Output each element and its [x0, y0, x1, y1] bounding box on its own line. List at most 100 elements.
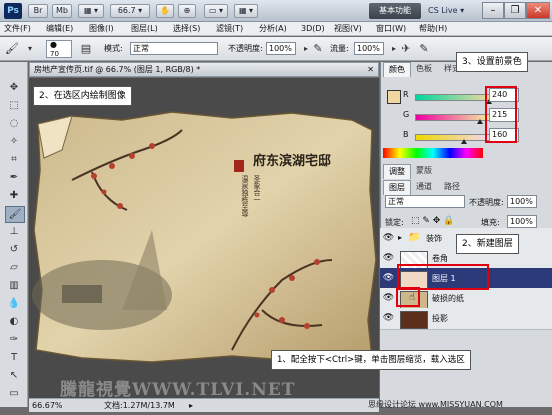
artwork-canvas[interactable]: [32, 110, 377, 365]
flow-field[interactable]: 100%: [354, 42, 384, 55]
lock-label: 锁定:: [385, 218, 404, 227]
blue-slider[interactable]: [415, 134, 495, 141]
cs-live-button[interactable]: CS Live ▾: [428, 4, 476, 18]
photoshop-logo: Ps: [4, 3, 22, 19]
blue-slider-handle[interactable]: [461, 139, 467, 144]
hand-icon[interactable]: ✋: [156, 4, 174, 18]
menu-image[interactable]: 图像(I): [89, 23, 114, 35]
lasso-tool-icon[interactable]: ◌: [5, 116, 23, 131]
step2-callout: 2、在选区内绘制图像: [33, 86, 132, 106]
footer-watermark: 思缘设计论坛 www.MISSYUAN.COM: [368, 400, 503, 409]
tab-layers[interactable]: 图层: [383, 180, 411, 195]
eye-icon[interactable]: 👁: [382, 292, 395, 305]
screen-mode-button[interactable]: ▦ ▾: [234, 4, 258, 18]
menu-layer[interactable]: 图层(L): [131, 23, 158, 35]
zoom-level-dropdown[interactable]: 66.7 ▾: [110, 4, 150, 18]
menu-help[interactable]: 帮助(H): [419, 23, 447, 35]
green-slider[interactable]: [415, 114, 495, 121]
blue-slider-row: B: [403, 130, 548, 146]
brush-size-value: 70: [50, 50, 59, 58]
blur-tool-icon[interactable]: 💧: [5, 296, 23, 311]
foreground-swatch[interactable]: [387, 90, 401, 104]
layer-thumbnail[interactable]: [400, 311, 428, 329]
restore-button[interactable]: ❐: [504, 2, 526, 19]
step1-callout: 1、配全按下<Ctrl>键，单击图层缩览，载入选区: [271, 350, 471, 370]
zoom-readout[interactable]: 66.67%: [32, 399, 63, 412]
tab-masks[interactable]: 蒙版: [411, 164, 437, 178]
tab-paths[interactable]: 路径: [439, 180, 465, 194]
path-select-tool-icon[interactable]: ↖: [5, 368, 23, 383]
crop-tool-icon[interactable]: ⌗: [5, 152, 23, 167]
healing-tool-icon[interactable]: ✚: [5, 188, 23, 203]
pen-tool-icon[interactable]: ✑: [5, 332, 23, 347]
menu-filter[interactable]: 滤镜(T): [216, 23, 243, 35]
tab-color[interactable]: 颜色: [383, 62, 411, 77]
color-ramp[interactable]: [383, 148, 483, 158]
opacity-field[interactable]: 100%: [266, 42, 296, 55]
minibridge-button[interactable]: Mb: [52, 4, 72, 18]
document-tab[interactable]: 房地产宣传页.tif @ 66.7% (图层 1, RGB/8) * ✕: [29, 62, 379, 77]
arrange-documents-button[interactable]: ▭ ▾: [204, 4, 228, 18]
layer-opacity-label: 不透明度:: [469, 198, 504, 207]
artwork-title: 府东滨湖宅邸: [253, 154, 332, 169]
menu-select[interactable]: 选择(S): [173, 23, 200, 35]
blend-mode-select[interactable]: 正常: [130, 42, 218, 55]
brush-preset-picker[interactable]: ● 70: [46, 40, 72, 58]
eye-icon[interactable]: 👁: [382, 312, 395, 325]
green-slider-handle[interactable]: [477, 119, 483, 124]
menu-edit[interactable]: 编辑(E): [46, 23, 73, 35]
history-brush-tool-icon[interactable]: ↺: [5, 242, 23, 257]
move-tool-icon[interactable]: ✥: [5, 80, 23, 95]
step3-callout: 3、设置前景色: [456, 52, 528, 72]
eye-icon[interactable]: 👁: [382, 272, 395, 285]
pressure-size-icon[interactable]: ✎: [416, 41, 432, 57]
layer-name: 卷角: [432, 254, 448, 263]
minimize-button[interactable]: –: [482, 2, 504, 19]
lock-icons[interactable]: ⬚ ✎ ✥ 🔒: [411, 216, 454, 226]
tab-swatches[interactable]: 色板: [411, 62, 437, 76]
status-bar: 66.67% 文档:1.27M/13.7M ▸: [29, 398, 379, 412]
new-layer-callout: 2、新建图层: [456, 234, 519, 254]
workspace-button[interactable]: 基本功能: [369, 3, 421, 19]
airbrush-icon[interactable]: ✈: [398, 41, 414, 57]
tab-channels[interactable]: 通道: [411, 180, 437, 194]
eraser-tool-icon[interactable]: ▱: [5, 260, 23, 275]
eyedropper-tool-icon[interactable]: ✒: [5, 170, 23, 185]
artwork-vertical-text-2: 圣象合一: [253, 175, 261, 203]
menu-analysis[interactable]: 分析(A): [259, 23, 287, 35]
pressure-opacity-icon[interactable]: ✎: [310, 41, 326, 57]
layer-blend-mode-select[interactable]: 正常: [385, 195, 465, 208]
chevron-down-icon[interactable]: ▾: [22, 41, 38, 57]
red-slider-row: R: [403, 90, 548, 106]
fill-field[interactable]: 100%: [507, 215, 537, 228]
brush-tool-icon[interactable]: 🖌: [4, 41, 20, 57]
layer-name: 投影: [432, 314, 448, 323]
brush-panel-icon[interactable]: ▤: [78, 41, 94, 57]
menu-view[interactable]: 视图(V): [334, 23, 362, 35]
tab-adjustments[interactable]: 调整: [383, 164, 411, 179]
close-icon[interactable]: ✕: [367, 63, 374, 76]
blue-label: B: [403, 130, 409, 139]
eye-icon[interactable]: 👁: [382, 252, 395, 265]
chevron-right-icon[interactable]: ▸: [398, 233, 402, 242]
close-button[interactable]: ✕: [526, 2, 550, 19]
quick-select-tool-icon[interactable]: ✧: [5, 134, 23, 149]
layer-opacity-field[interactable]: 100%: [507, 195, 537, 208]
chevron-right-icon[interactable]: ▸: [189, 399, 193, 412]
red-slider[interactable]: [415, 94, 495, 101]
eye-icon[interactable]: 👁: [382, 232, 395, 245]
menu-file[interactable]: 文件(F): [4, 23, 31, 35]
menu-window[interactable]: 窗口(W): [376, 23, 406, 35]
dodge-tool-icon[interactable]: ◐: [5, 314, 23, 329]
clone-stamp-tool-icon[interactable]: ⊥: [5, 224, 23, 239]
shape-tool-icon[interactable]: ▭: [5, 386, 23, 401]
type-tool-icon[interactable]: T: [5, 350, 23, 365]
view-extras-button[interactable]: ▦ ▾: [78, 4, 104, 18]
marquee-tool-icon[interactable]: ⬚: [5, 98, 23, 113]
gradient-tool-icon[interactable]: ▥: [5, 278, 23, 293]
zoom-icon[interactable]: ⊕: [178, 4, 196, 18]
brush-tool-icon[interactable]: 🖌: [5, 206, 25, 223]
menu-3d[interactable]: 3D(D): [301, 23, 325, 35]
bridge-button[interactable]: Br: [28, 4, 48, 18]
layer-row[interactable]: 👁 投影: [380, 308, 552, 330]
